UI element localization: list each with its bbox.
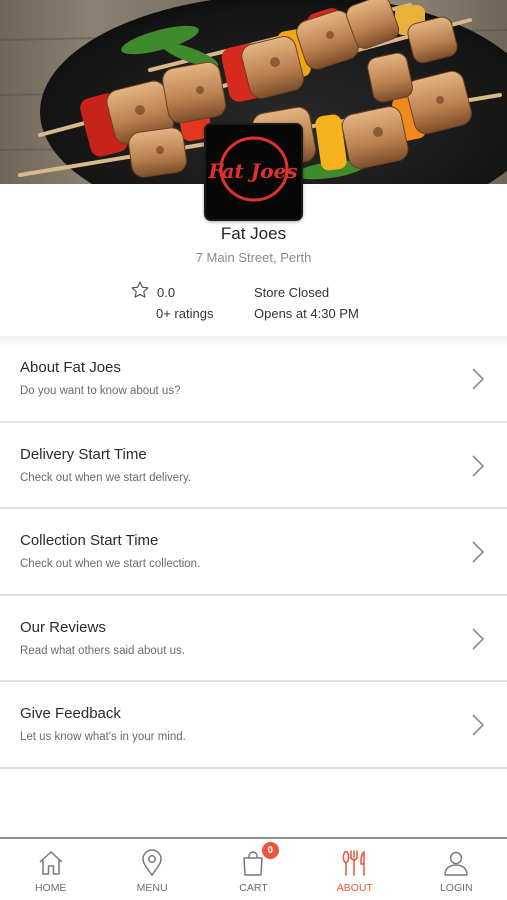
menu-item-title: About Fat Joes: [20, 359, 121, 376]
nav-cart[interactable]: 0 CART: [203, 839, 304, 900]
menu-item-title: Delivery Start Time: [20, 445, 147, 463]
nav-login[interactable]: LOGIN: [406, 839, 507, 900]
nav-label: MENU: [136, 882, 168, 894]
menu-item-subtitle: Check out when we start delivery.: [20, 471, 192, 484]
menu-item-subtitle: Check out when we start collection.: [20, 558, 201, 571]
cart-count-badge: 0: [261, 842, 279, 859]
ratings-count: 0+ ratings: [156, 306, 214, 321]
nav-home[interactable]: HOME: [0, 839, 101, 900]
menu-item-collection-start-time[interactable]: Collection Start Time Check out when we …: [0, 509, 507, 596]
divider-shadow: [0, 336, 507, 348]
chevron-right-icon: [472, 455, 485, 477]
menu-item-give-feedback[interactable]: Give Feedback Let us know what's in your…: [0, 682, 507, 769]
menu-item-title: Give Feedback: [20, 705, 121, 723]
menu-item-subtitle: Do you want to know about us?: [20, 385, 181, 397]
fat-joes-logo: Fat Joes: [207, 136, 298, 202]
menu-item-our-reviews[interactable]: Our Reviews Read what others said about …: [0, 595, 507, 683]
nav-label: HOME: [34, 882, 67, 894]
about-menu-list: About Fat Joes Do you want to know about…: [0, 336, 507, 769]
store-status: Store Closed: [254, 285, 330, 300]
nav-label: ABOUT: [336, 882, 373, 894]
nav-label: LOGIN: [439, 882, 473, 894]
store-logo: Fat Joes: [204, 123, 303, 221]
home-icon: [39, 851, 63, 875]
menu-item-title: Collection Start Time: [20, 532, 159, 550]
opening-time: Opens at 4:30 PM: [254, 306, 359, 321]
rating-value: 0.0: [157, 285, 176, 300]
cutlery-icon: [342, 850, 365, 876]
store-address: 7 Main Street, Perth: [195, 250, 312, 265]
menu-item-delivery-start-time[interactable]: Delivery Start Time Check out when we st…: [0, 422, 507, 510]
chevron-right-icon: [472, 714, 485, 736]
nav-label: CART: [239, 882, 268, 894]
nav-menu[interactable]: MENU: [101, 839, 202, 900]
nav-about[interactable]: ABOUT: [304, 839, 405, 900]
chevron-right-icon: [472, 541, 485, 563]
menu-item-subtitle: Read what others said about us.: [20, 644, 185, 657]
store-name: Fat Joes: [220, 224, 287, 243]
star-icon: [131, 281, 149, 298]
user-icon: [444, 851, 469, 876]
chevron-right-icon: [472, 628, 485, 650]
menu-item-title: Our Reviews: [20, 618, 106, 636]
bottom-navigation: HOME MENU 0 CART ABOUT LOGIN: [0, 837, 507, 900]
menu-item-subtitle: Let us know what's in your mind.: [20, 731, 186, 744]
menu-item-about[interactable]: About Fat Joes Do you want to know about…: [0, 336, 507, 423]
location-pin-icon: [142, 849, 162, 877]
svg-text:Fat Joes: Fat Joes: [207, 159, 297, 183]
chevron-right-icon: [472, 368, 485, 390]
